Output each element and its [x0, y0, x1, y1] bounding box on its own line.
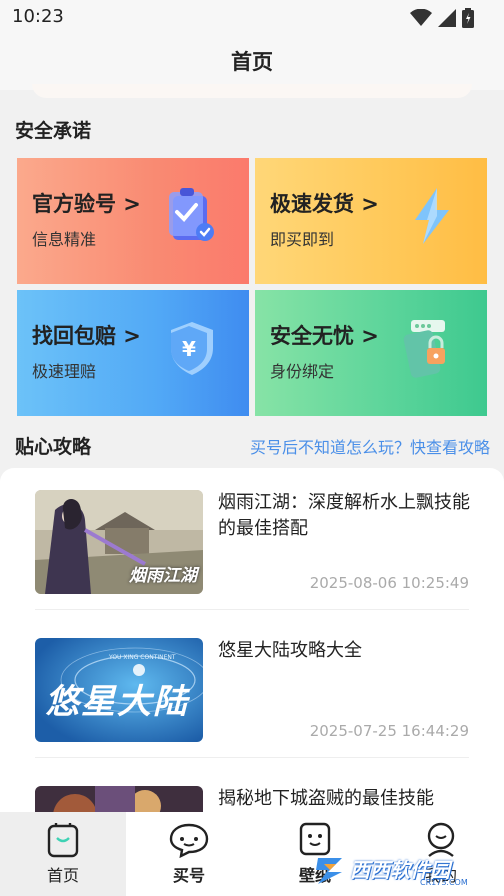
card-title: 官方验号 > — [32, 192, 141, 216]
safe-worry-free-card[interactable]: 安全无忧 > 身份绑定 — [255, 290, 487, 416]
status-time: 10:23 — [12, 6, 64, 27]
card-subtitle: 即买即到 — [270, 230, 335, 249]
clipboard-check-icon — [169, 188, 214, 241]
home-icon — [47, 823, 79, 858]
tab-buy[interactable]: 买号 — [126, 812, 252, 896]
watermark-sub: CR173.COM — [420, 878, 468, 887]
thumbnail-caption: 悠星大陆 — [45, 682, 189, 722]
header: 首页 — [0, 34, 504, 90]
fast-delivery-card[interactable]: 极速发货 > 即买即到 — [255, 158, 487, 284]
list-item[interactable]: 揭秘地下城盗贼的最佳技能 — [35, 764, 469, 812]
page-title: 首页 — [231, 50, 273, 74]
list-item[interactable]: 悠星大陆 YOU XING CONTINENT 悠星大陆攻略大全 2025-07… — [35, 616, 469, 742]
list-item[interactable]: 烟雨江湖 烟雨江湖：深度解析水上飘技能的最佳搭配 2025-08-06 10:2… — [35, 468, 470, 594]
card-subtitle: 极速理赔 — [32, 362, 97, 381]
lightning-icon — [415, 188, 449, 244]
status-bar: 10:23 — [0, 0, 504, 34]
wifi-icon — [410, 9, 432, 26]
card-title: 安全无忧 > — [270, 324, 379, 348]
card-title: 极速发货 > — [270, 192, 379, 216]
card-title: 找回包赔 > — [32, 324, 141, 348]
article-title: 揭秘地下城盗贼的最佳技能 — [218, 788, 434, 809]
tab-label: 首页 — [46, 866, 79, 885]
official-verify-card[interactable]: 官方验号 > 信息精准 — [17, 158, 249, 284]
tips-section-title: 贴心攻略 — [15, 436, 92, 458]
card-subtitle: 身份绑定 — [270, 362, 335, 381]
tab-home[interactable]: 首页 — [0, 812, 126, 896]
article-title: 悠星大陆攻略大全 — [218, 640, 362, 661]
banner-edge — [32, 84, 472, 98]
recover-compensation-card[interactable]: 找回包赔 > 极速理赔 ¥ — [17, 290, 249, 416]
article-thumbnail: 烟雨江湖 — [35, 490, 203, 594]
secure-phone-icon — [403, 320, 445, 378]
signal-icon — [438, 9, 456, 27]
article-time: 2025-07-25 16:44:29 — [309, 722, 469, 740]
divider — [35, 757, 469, 758]
watermark-logo: 西西软件园 CR173.COM — [310, 852, 494, 888]
view-guides-link[interactable]: 买号后不知道怎么玩？快查看攻略 — [250, 434, 490, 458]
battery-icon — [462, 8, 474, 28]
card-subtitle: 信息精准 — [32, 230, 97, 249]
thumbnail-caption: 烟雨江湖 — [129, 566, 197, 586]
article-thumbnail — [35, 786, 203, 812]
divider — [35, 609, 469, 610]
buy-chat-icon — [169, 823, 209, 858]
promise-section-title: 安全承诺 — [15, 120, 92, 142]
article-time: 2025-08-06 10:25:49 — [309, 574, 469, 592]
tab-label: 买号 — [172, 866, 205, 885]
thumbnail-subcaption: YOU XING CONTINENT — [109, 654, 176, 661]
article-thumbnail: 悠星大陆 YOU XING CONTINENT — [35, 638, 203, 742]
article-title: 烟雨江湖：深度解析水上飘技能的最佳搭配 — [218, 492, 470, 539]
svg-text:¥: ¥ — [182, 337, 196, 361]
article-list: 烟雨江湖 烟雨江湖：深度解析水上飘技能的最佳搭配 2025-08-06 10:2… — [0, 468, 504, 812]
yuan-shield-icon: ¥ — [171, 322, 213, 375]
